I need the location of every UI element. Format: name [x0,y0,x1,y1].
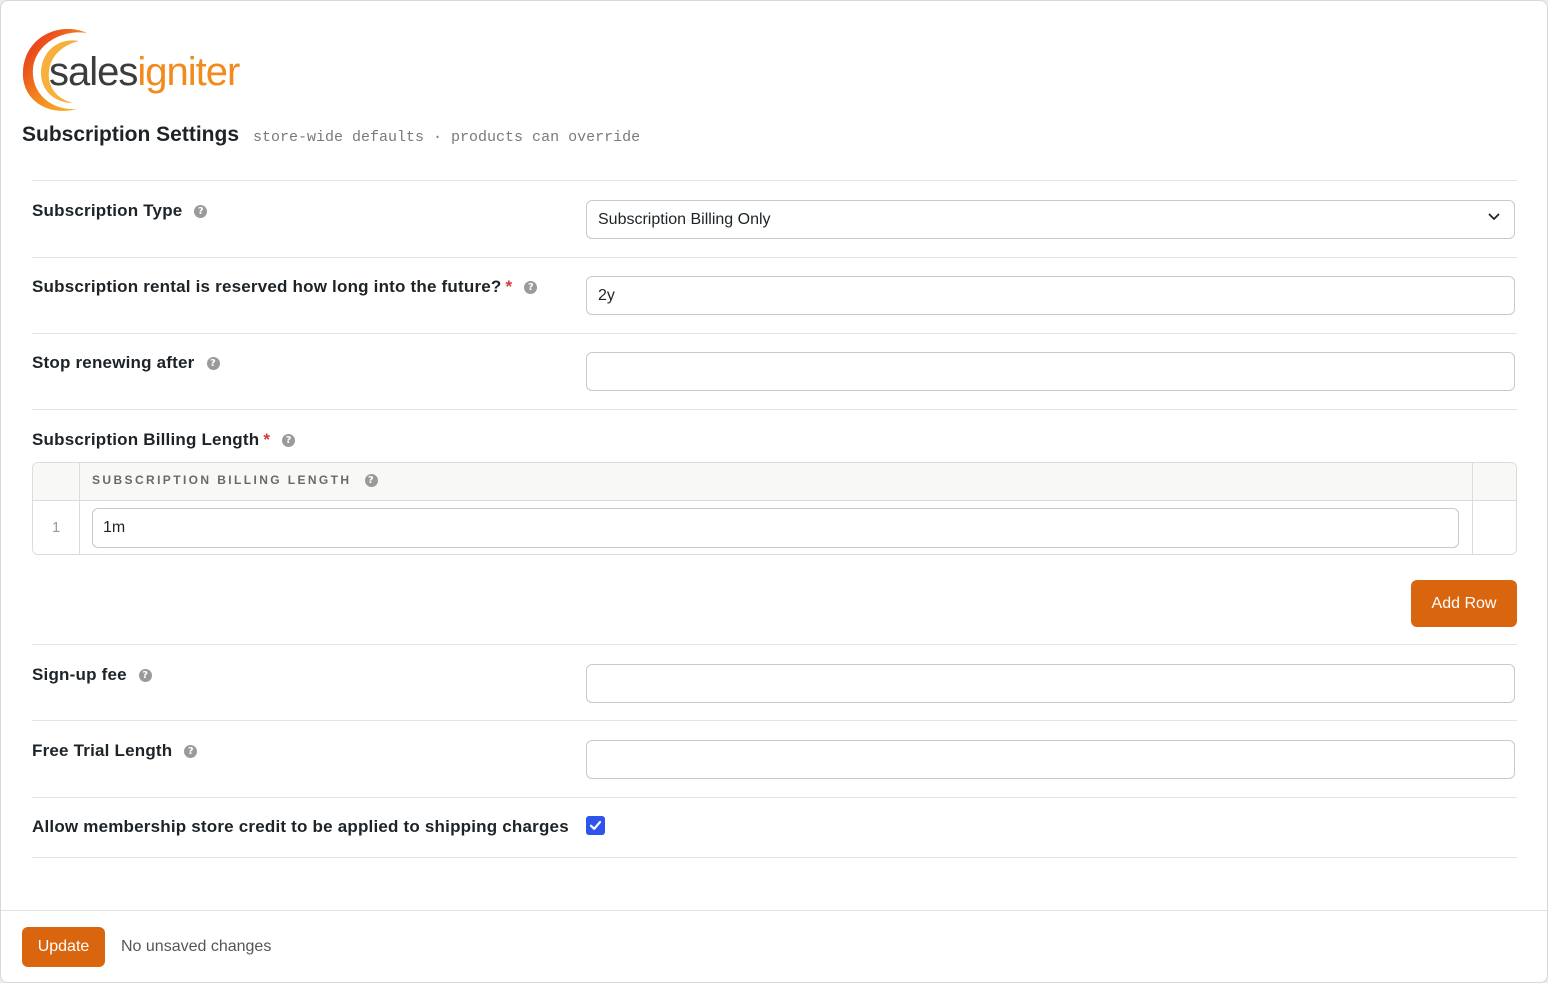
reserved-input-value: 2y [598,286,615,304]
help-icon[interactable]: ? [365,473,379,487]
stop-renewing-input[interactable] [586,352,1515,391]
subscription-type-select[interactable]: Subscription Billing Only [586,200,1515,239]
shipping-credit-label: Allow membership store credit to be appl… [32,817,569,837]
logo-word-sales: sales [49,50,138,94]
help-icon[interactable]: ? [194,204,208,218]
divider [32,257,1517,258]
signup-fee-label: Sign-up fee ? [32,665,152,685]
divider [32,857,1517,858]
reserved-input[interactable]: 2y [586,276,1515,315]
subscription-type-value: Subscription Billing Only [598,210,771,228]
subscription-type-label: Subscription Type ? [32,201,208,221]
divider [32,409,1517,410]
reserved-label: Subscription rental is reserved how long… [32,277,538,297]
required-marker: * [263,430,271,449]
update-button[interactable]: Update [22,927,105,967]
stop-renewing-label-text: Stop renewing after [32,353,195,372]
page-header: Subscription Settings store-wide default… [22,123,640,147]
divider [32,720,1517,721]
stop-renewing-label: Stop renewing after ? [32,353,220,373]
page-subtitle: store-wide defaults · products can overr… [253,129,641,146]
save-status: No unsaved changes [121,938,272,955]
required-marker: * [505,277,513,296]
free-trial-label: Free Trial Length ? [32,741,198,761]
billing-length-input[interactable]: 1m [92,508,1459,548]
help-icon[interactable]: ? [206,356,220,370]
row-index: 1 [51,519,61,536]
reserved-label-text: Subscription rental is reserved how long… [32,277,502,296]
help-icon[interactable]: ? [524,280,538,294]
billing-length-input-value: 1m [103,519,126,536]
shipping-credit-checkbox[interactable] [586,816,605,835]
divider [32,797,1517,798]
billing-length-label-text: Subscription Billing Length [32,430,260,449]
divider [32,333,1517,334]
help-icon[interactable]: ? [282,433,296,447]
chevron-down-icon [1488,213,1500,220]
signup-fee-input[interactable] [586,664,1515,703]
help-icon[interactable]: ? [138,668,152,682]
column-header-billing-length: SUBSCRIPTION BILLING LENGTH ? [92,473,379,487]
billing-length-label: Subscription Billing Length * ? [32,430,296,450]
signup-fee-label-text: Sign-up fee [32,665,127,684]
column-divider [1472,463,1473,554]
page-title: Subscription Settings [22,123,240,146]
shipping-credit-label-text: Allow membership store credit to be appl… [32,817,569,836]
subscription-type-label-text: Subscription Type [32,201,183,220]
billing-length-table: SUBSCRIPTION BILLING LENGTH ? 1 1m [32,462,1517,555]
divider [32,644,1517,645]
logo-word-igniter: igniter [137,50,240,94]
check-icon [589,820,602,830]
add-row-button[interactable]: Add Row [1411,580,1517,627]
logo-wordmark: salesigniter [49,49,240,95]
divider [32,180,1517,181]
salesigniter-logo: salesigniter [21,23,261,115]
settings-page: salesigniter Subscription Settings store… [0,0,1548,983]
footer-bar: Update No unsaved changes [1,910,1547,982]
column-header-text: SUBSCRIPTION BILLING LENGTH [92,473,352,487]
free-trial-label-text: Free Trial Length [32,741,173,760]
free-trial-input[interactable] [586,740,1515,779]
column-divider [79,463,80,554]
help-icon[interactable]: ? [184,744,198,758]
